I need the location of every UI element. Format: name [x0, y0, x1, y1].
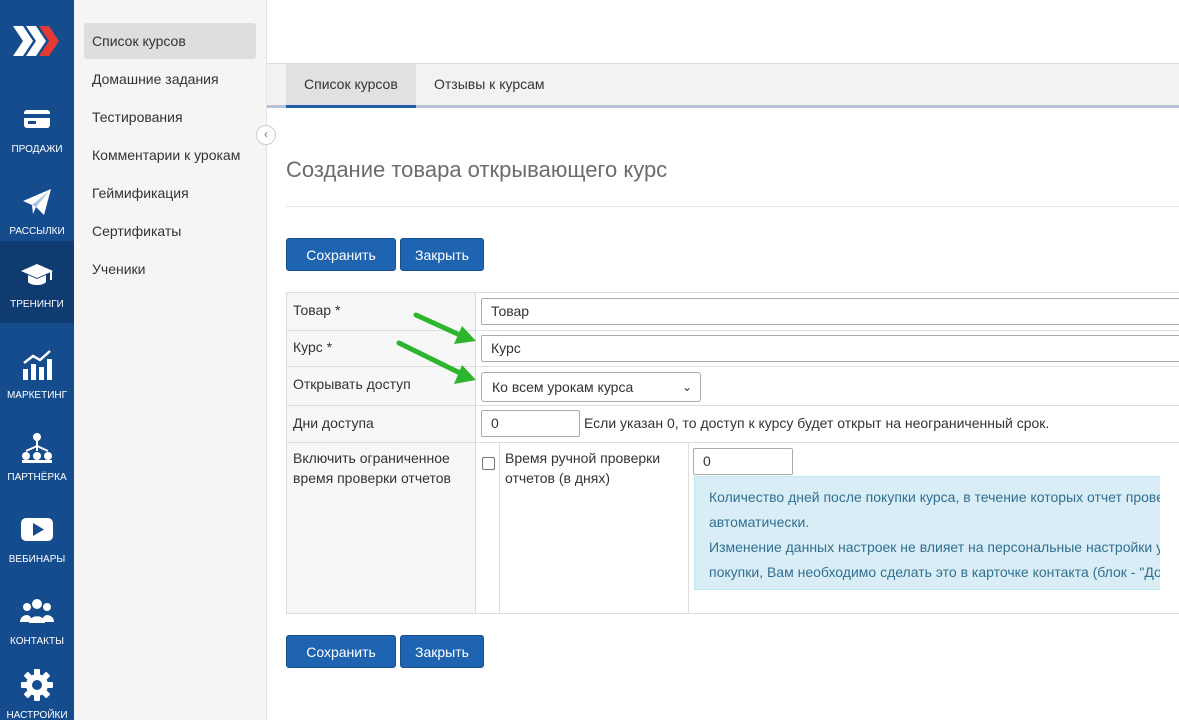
save-button-bottom[interactable]: Сохранить — [286, 635, 396, 668]
tab-course-reviews[interactable]: Отзывы к курсам — [416, 64, 563, 105]
submenu-item-course-list[interactable]: Список курсов — [84, 23, 256, 59]
limit-check-label-line2: время проверки отчетов — [293, 470, 451, 486]
info-text-line: покупки, Вам необходимо сделать это в ка… — [709, 564, 1160, 580]
chevron-down-icon: ⌄ — [681, 380, 692, 394]
access-days-hint: Если указан 0, то доступ к курсу будет о… — [584, 415, 1050, 431]
limit-check-label-line1: Включить ограниченное — [293, 450, 450, 466]
rail-item-label: ПРОДАЖИ — [11, 144, 63, 155]
divider — [287, 405, 1179, 406]
rail-item-label: КОНТАКТЫ — [10, 636, 64, 647]
info-text-line: Изменение данных настроек не влияет на п… — [709, 539, 1160, 555]
submenu-item-students[interactable]: Ученики — [84, 251, 256, 287]
rail-item-settings[interactable]: НАСТРОЙКИ — [0, 652, 74, 721]
rail-item-label: ВЕБИНАРЫ — [8, 554, 66, 565]
rail-item-mailings[interactable]: РАССЫЛКИ — [0, 168, 74, 250]
rail-item-label: МАРКЕТИНГ — [6, 390, 68, 401]
product-input[interactable]: Товар — [481, 298, 1179, 325]
submenu-item-lesson-comments[interactable]: Комментарии к урокам — [84, 137, 256, 173]
close-button[interactable]: Закрыть — [400, 238, 484, 271]
tab-course-list[interactable]: Список курсов — [286, 64, 416, 108]
rail-item-label: РАССЫЛКИ — [9, 226, 65, 237]
close-button-bottom[interactable]: Закрыть — [400, 635, 484, 668]
section-submenu: Список курсов Домашние задания Тестирова… — [74, 0, 267, 720]
access-select-value: Ко всем урокам курса — [492, 379, 634, 395]
rail-item-partners[interactable]: ПАРТНЁРКА — [0, 414, 74, 496]
top-bar — [267, 0, 1179, 64]
annotation-arrow-icon — [396, 312, 476, 384]
rail-item-contacts[interactable]: КОНТАКТЫ — [0, 578, 74, 660]
divider — [688, 443, 689, 613]
rail-item-sales[interactable]: ПРОДАЖИ — [0, 86, 74, 168]
submenu-item-certificates[interactable]: Сертификаты — [84, 213, 256, 249]
course-label: Курс * — [293, 339, 333, 355]
tab-bar: Список курсов Отзывы к курсам — [267, 64, 1179, 108]
logo-icon[interactable] — [0, 10, 74, 72]
divider — [499, 443, 500, 613]
rail-item-webinars[interactable]: ВЕБИНАРЫ — [0, 496, 74, 578]
card-icon — [24, 110, 50, 128]
graduation-cap-icon — [21, 264, 53, 285]
play-icon — [21, 518, 53, 541]
limit-check-checkbox[interactable] — [482, 457, 495, 470]
rail-item-marketing[interactable]: МАРКЕТИНГ — [0, 332, 74, 414]
divider — [286, 206, 1179, 207]
page-title: Создание товара открывающего курс — [286, 157, 668, 182]
rail-item-trainings[interactable]: ТРЕНИНГИ — [0, 241, 74, 323]
rail-item-label: ПАРТНЁРКА — [7, 472, 67, 483]
main-navigation-rail: ПРОДАЖИ РАССЫЛКИ ТРЕНИНГИ МАРКЕТИНГ ПАРТ… — [0, 0, 74, 721]
gear-icon — [21, 669, 53, 701]
divider — [287, 442, 1179, 443]
network-icon — [22, 433, 52, 463]
manual-check-label-line2: отчетов (в днях) — [505, 470, 611, 486]
save-button[interactable]: Сохранить — [286, 238, 396, 271]
users-icon — [20, 599, 54, 623]
access-days-input[interactable]: 0 — [481, 410, 580, 437]
rail-item-label: НАСТРОЙКИ — [6, 710, 68, 721]
submenu-item-homework[interactable]: Домашние задания — [84, 61, 256, 97]
manual-check-days-input[interactable]: 0 — [693, 448, 793, 475]
paper-plane-icon — [23, 189, 51, 215]
course-input[interactable]: Курс — [481, 335, 1179, 362]
access-days-label: Дни доступа — [293, 415, 374, 431]
manual-check-label-line1: Время ручной проверки — [505, 450, 661, 466]
access-select[interactable]: Ко всем урокам курса ⌄ — [481, 372, 701, 402]
info-text-line: автоматически. — [709, 514, 810, 530]
submenu-item-gamification[interactable]: Геймификация — [84, 175, 256, 211]
info-text-line: Количество дней после покупки курса, в т… — [709, 489, 1160, 505]
chart-icon — [23, 350, 52, 380]
info-alert: Количество дней после покупки курса, в т… — [694, 476, 1160, 590]
submenu-item-tests[interactable]: Тестирования — [84, 99, 256, 135]
rail-item-label: ТРЕНИНГИ — [10, 299, 64, 310]
product-label: Товар * — [293, 302, 341, 318]
